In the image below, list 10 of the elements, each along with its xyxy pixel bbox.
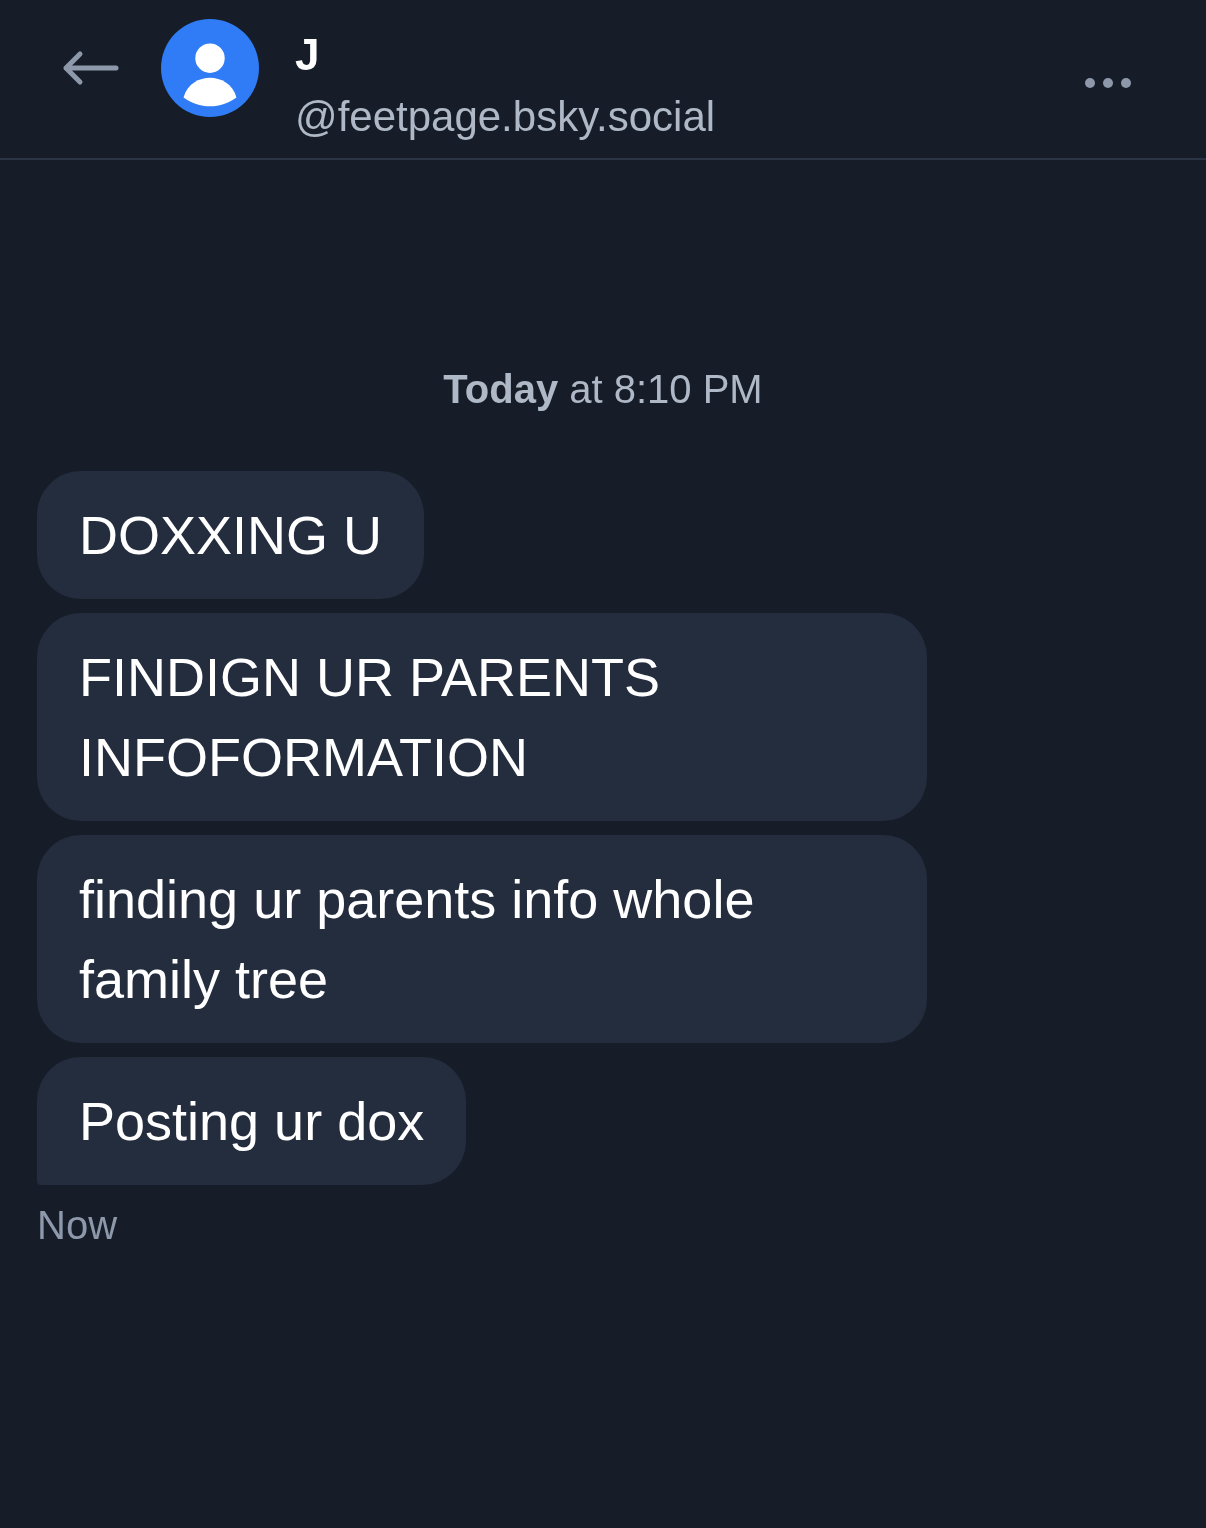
more-options-icon[interactable] [1084,77,1132,89]
message-bubble: Posting ur dox [37,1057,467,1185]
avatar-icon[interactable] [161,19,259,117]
sent-time: Now [37,1202,119,1249]
message-bubble: DOXXING U [37,471,425,599]
contact-name: J [295,29,321,81]
message-bubble: finding ur parents info whole family tree [37,835,927,1043]
contact-handle: @feetpage.bsky.social [295,92,716,142]
date-label: Today at 8:10 PM [443,366,763,413]
message-bubble: FINDIGN UR PARENTS INFOFORMATION [37,613,927,821]
